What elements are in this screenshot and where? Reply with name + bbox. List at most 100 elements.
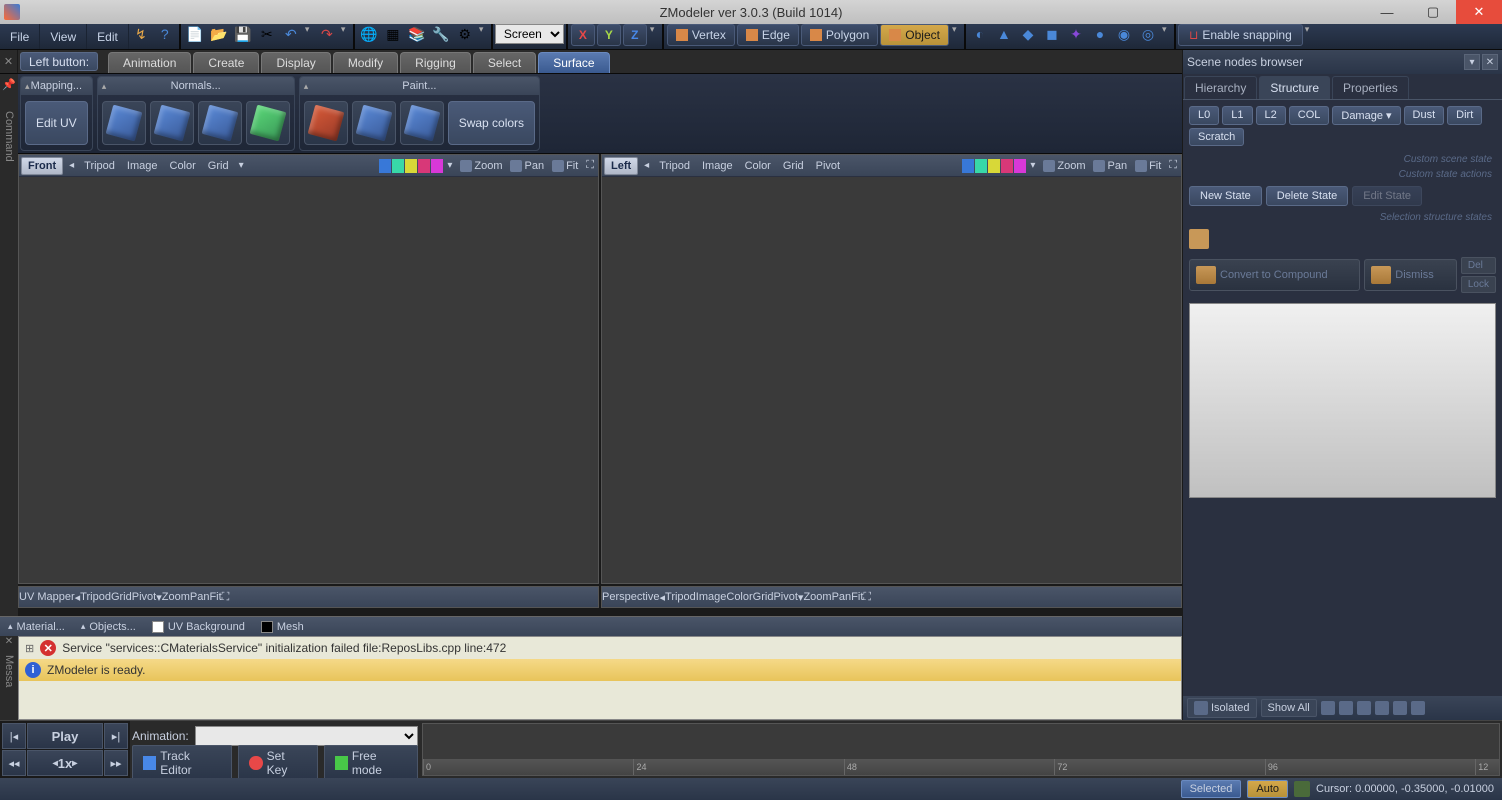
selected-status[interactable]: Selected (1181, 780, 1242, 798)
polygon-mode-button[interactable]: Polygon (801, 24, 878, 46)
showall-button[interactable]: Show All (1261, 699, 1317, 717)
state-col[interactable]: COL (1289, 106, 1330, 125)
viewport-label[interactable]: Front (21, 157, 63, 175)
object-mode-button[interactable]: Object (880, 24, 949, 46)
normals-tool2-button[interactable] (150, 101, 194, 145)
color-toggle[interactable]: Color (739, 160, 777, 172)
state-damage[interactable]: Damage ▾ (1332, 106, 1400, 125)
node-box-icon[interactable] (1189, 229, 1209, 249)
tab-properties[interactable]: Properties (1332, 76, 1409, 99)
swap-colors-button[interactable]: Swap colors (448, 101, 535, 145)
tab-structure[interactable]: Structure (1259, 76, 1330, 99)
tab-select[interactable]: Select (473, 52, 536, 73)
fit-tool[interactable]: Fit (548, 160, 582, 172)
command-label[interactable]: Command (3, 111, 15, 162)
delete-state-button[interactable]: Delete State (1266, 186, 1349, 206)
fit-tool[interactable]: Fit (209, 591, 221, 603)
prev-arrow[interactable]: ◂ (640, 160, 653, 171)
tripod-toggle[interactable]: Tripod (78, 160, 121, 172)
pivot-toggle[interactable]: Pivot (810, 160, 846, 172)
lock-button[interactable]: Lock (1461, 276, 1496, 293)
state-l2[interactable]: L2 (1256, 106, 1286, 125)
tab-hierarchy[interactable]: Hierarchy (1184, 76, 1257, 99)
close-button[interactable]: ✕ (1456, 0, 1502, 24)
help-icon[interactable]: ? (155, 24, 175, 44)
menu-file[interactable]: File (0, 24, 40, 49)
state-dirt[interactable]: Dirt (1447, 106, 1482, 125)
image-toggle[interactable]: Image (121, 160, 164, 172)
color-strip[interactable] (379, 159, 443, 173)
status-icon[interactable] (1294, 781, 1310, 797)
pin-icon[interactable]: 📌 (2, 78, 16, 91)
open-folder-icon[interactable]: 📂 (209, 24, 229, 44)
view-mode4[interactable] (1375, 701, 1389, 715)
save-icon[interactable]: 💾 (233, 24, 253, 44)
grid-toggle[interactable]: Grid (753, 591, 774, 603)
new-file-icon[interactable]: 📄 (185, 24, 205, 44)
material-dropdown[interactable]: ▴Material... (0, 621, 73, 633)
color-toggle[interactable]: Color (164, 160, 202, 172)
undo-dropdown[interactable]: ▾ (305, 24, 315, 49)
shape3-icon[interactable]: ◆ (1018, 24, 1038, 44)
axis-dropdown[interactable]: ▾ (650, 24, 660, 49)
layers-icon[interactable]: 📚 (407, 24, 427, 44)
new-state-button[interactable]: New State (1189, 186, 1262, 206)
edit-state-button[interactable]: Edit State (1352, 186, 1422, 206)
color-dropdown[interactable]: ▾ (443, 160, 456, 171)
minimize-button[interactable]: — (1364, 0, 1410, 24)
timeline[interactable]: 0 24 48 72 96 12 (422, 723, 1500, 776)
color-strip[interactable] (962, 159, 1026, 173)
fit-tool[interactable]: Fit (851, 591, 863, 603)
view-mode6[interactable] (1411, 701, 1425, 715)
tab-animation[interactable]: Animation (108, 52, 191, 73)
tripod-toggle[interactable]: Tripod (653, 160, 696, 172)
step-back[interactable]: ◂◂ (2, 750, 26, 776)
track-editor-button[interactable]: Track Editor (132, 745, 232, 781)
shape6-icon[interactable]: ● (1090, 24, 1110, 44)
menu-view[interactable]: View (40, 24, 87, 49)
uv-background-toggle[interactable]: UV Background (144, 621, 253, 633)
image-toggle[interactable]: Image (696, 160, 739, 172)
grid-toggle[interactable]: Grid (777, 160, 810, 172)
tab-rigging[interactable]: Rigging (400, 52, 471, 73)
shape4-icon[interactable]: ◼ (1042, 24, 1062, 44)
auto-status[interactable]: Auto (1247, 780, 1288, 798)
step-forward[interactable]: ▸▸ (104, 750, 128, 776)
pan-tool[interactable]: Pan (506, 160, 548, 172)
menu-edit[interactable]: Edit (87, 24, 129, 49)
view-mode1[interactable] (1321, 701, 1335, 715)
viewport-canvas[interactable] (602, 177, 1181, 583)
color-dropdown[interactable]: ▾ (1026, 160, 1039, 171)
selmode-dropdown[interactable]: ▾ (952, 24, 962, 49)
normals-tool1-button[interactable] (102, 101, 146, 145)
speed-indicator[interactable]: ◂ 1x ▸ (27, 750, 103, 776)
tab-display[interactable]: Display (261, 52, 330, 73)
panel-minimize[interactable]: ▾ (1464, 54, 1480, 70)
grid-toggle[interactable]: Grid (202, 160, 235, 172)
panel-close[interactable]: ✕ (1482, 54, 1498, 70)
animation-select[interactable] (195, 726, 418, 746)
state-scratch[interactable]: Scratch (1189, 128, 1244, 146)
maximize-button[interactable]: ▢ (1410, 0, 1456, 24)
viewport-canvas[interactable] (19, 177, 598, 583)
shape7-icon[interactable]: ◉ (1114, 24, 1134, 44)
zoom-tool[interactable]: Zoom (456, 160, 506, 172)
axis-x-button[interactable]: X (571, 24, 595, 46)
state-l1[interactable]: L1 (1222, 106, 1252, 125)
convert-compound-button[interactable]: Convert to Compound (1189, 259, 1360, 291)
preview-area[interactable] (1189, 303, 1496, 498)
viewport-label[interactable]: Left (604, 157, 638, 175)
color-toggle[interactable]: Color (726, 591, 752, 603)
goto-start[interactable]: |◂ (2, 723, 26, 749)
shape2-icon[interactable]: ▲ (994, 24, 1014, 44)
del-button[interactable]: Del (1461, 257, 1496, 274)
modebar-close[interactable]: ✕ (0, 50, 18, 73)
normals-tool3-button[interactable] (198, 101, 242, 145)
grid-toggle[interactable]: Grid (111, 591, 132, 603)
axis-z-button[interactable]: Z (623, 24, 647, 46)
pivot-toggle[interactable]: Pivot (773, 591, 797, 603)
cut-icon[interactable]: ✂ (257, 24, 277, 44)
grid-icon[interactable]: ▦ (383, 24, 403, 44)
timeline-ruler[interactable]: 0 24 48 72 96 12 (423, 759, 1499, 775)
edit-uv-button[interactable]: Edit UV (25, 101, 88, 145)
